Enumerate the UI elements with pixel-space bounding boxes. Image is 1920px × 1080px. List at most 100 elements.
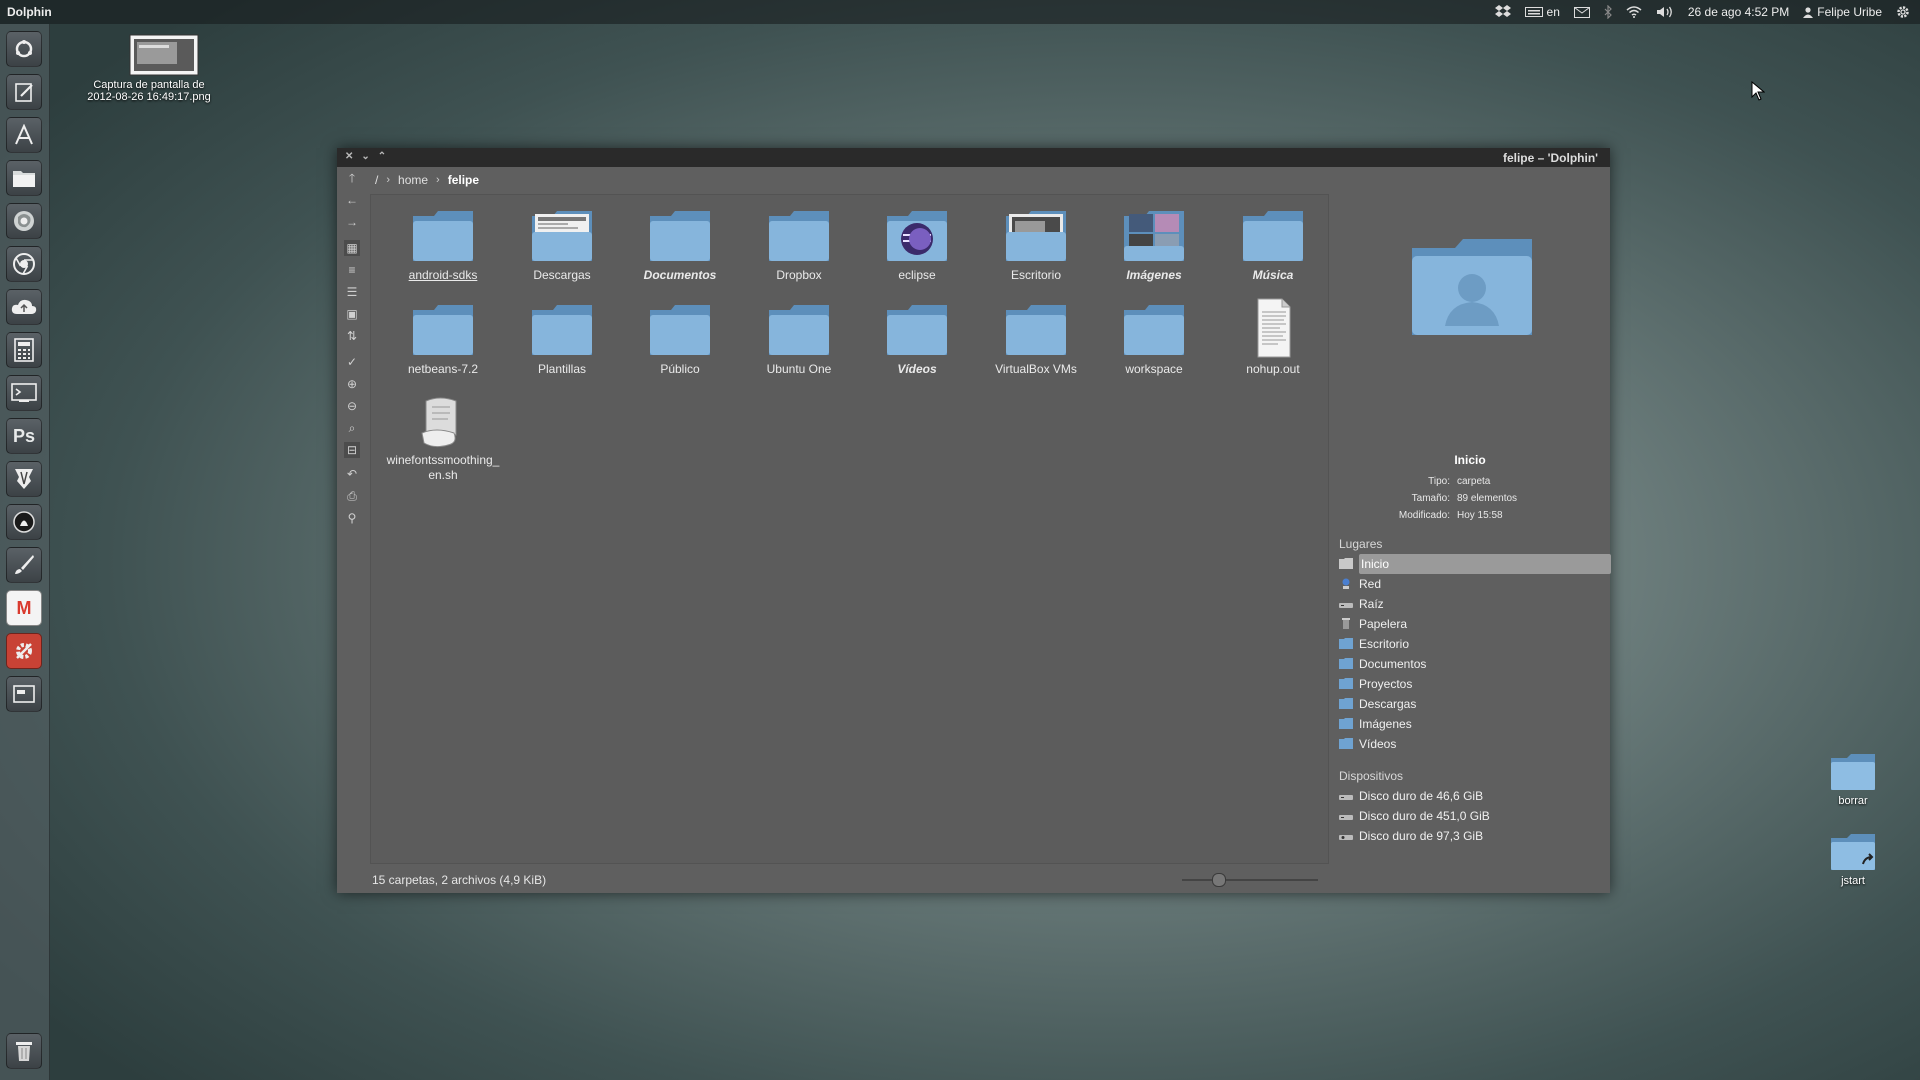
- volume-icon[interactable]: [1656, 6, 1674, 18]
- window-icon[interactable]: [6, 676, 42, 712]
- zoom-slider[interactable]: [1182, 873, 1318, 887]
- file-item-escritorio[interactable]: Escritorio: [981, 208, 1091, 283]
- file-item-nohup[interactable]: nohup.out: [1218, 298, 1328, 377]
- bluetooth-icon[interactable]: [1604, 5, 1612, 19]
- calculator-icon[interactable]: [6, 332, 42, 368]
- info-modified-label: Modificado:: [1398, 510, 1450, 521]
- file-name: Plantillas: [537, 362, 587, 376]
- gimp-icon[interactable]: [6, 504, 42, 540]
- file-item-publico[interactable]: Público: [625, 302, 735, 377]
- hard-disk-icon: [1339, 835, 1353, 840]
- place-proyectos[interactable]: Proyectos: [1335, 674, 1607, 694]
- status-text: 15 carpetas, 2 archivos (4,9 KiB): [372, 873, 547, 887]
- find-menu-icon[interactable]: ⚲: [344, 510, 360, 526]
- file-item-dropbox[interactable]: Dropbox: [744, 208, 854, 283]
- terminal-icon[interactable]: [6, 375, 42, 411]
- place-videos[interactable]: Vídeos: [1335, 734, 1607, 754]
- maximize-icon[interactable]: ⌃: [378, 151, 386, 162]
- place-label: Red: [1359, 577, 1382, 591]
- settings-icon[interactable]: [6, 633, 42, 669]
- brush-icon[interactable]: [6, 547, 42, 583]
- file-name: eclipse: [898, 268, 936, 282]
- chevron-right-icon: ›: [436, 174, 440, 186]
- firefox-icon[interactable]: [6, 203, 42, 239]
- file-item-workspace[interactable]: workspace: [1099, 302, 1209, 377]
- sort-icon[interactable]: ⇅: [344, 328, 360, 344]
- file-item-documentos[interactable]: Documentos: [625, 208, 735, 283]
- breadcrumb-current[interactable]: felipe: [448, 173, 479, 187]
- file-item-android-sdks[interactable]: android-sdks: [388, 208, 498, 283]
- place-imagenes[interactable]: Imágenes: [1335, 714, 1607, 734]
- dropbox-icon[interactable]: [1494, 5, 1511, 19]
- software-center-icon[interactable]: [6, 117, 42, 153]
- desktop-screenshot-file[interactable]: Captura de pantalla de 2012-08-26 16:49:…: [84, 34, 214, 103]
- session-gear-icon[interactable]: [1896, 5, 1910, 19]
- cloud-icon[interactable]: [6, 289, 42, 325]
- photoshop-label: Ps: [12, 425, 36, 446]
- dolphin-window: ✕ ⌄ ⌃ felipe – 'Dolphin' 🡑 ← → ▦ ≡ ☰ ▣ ⇅…: [337, 148, 1611, 893]
- place-descargas[interactable]: Descargas: [1335, 694, 1607, 714]
- forward-arrow-icon[interactable]: →: [344, 214, 360, 230]
- up-arrow-icon[interactable]: 🡑: [344, 171, 360, 187]
- place-red[interactable]: Red: [1335, 574, 1607, 594]
- place-documentos[interactable]: Documentos: [1335, 654, 1607, 674]
- keyboard-layout-label: en: [1546, 5, 1560, 19]
- clock[interactable]: 26 de ago 4:52 PM: [1688, 5, 1789, 19]
- device-disk-1[interactable]: Disco duro de 46,6 GiB: [1335, 786, 1607, 806]
- trash-icon[interactable]: [6, 1033, 42, 1069]
- split-view-icon[interactable]: ⊟: [344, 442, 360, 458]
- preview-icon[interactable]: ▣: [344, 306, 360, 322]
- checkmark-icon[interactable]: ✓: [344, 354, 360, 370]
- place-raiz[interactable]: Raíz: [1335, 594, 1607, 614]
- file-item-imagenes[interactable]: Imágenes: [1099, 208, 1209, 283]
- inkscape-icon[interactable]: [6, 461, 42, 497]
- place-papelera[interactable]: Papelera: [1335, 614, 1607, 634]
- zoom-in-icon[interactable]: ⊕: [344, 376, 360, 392]
- file-item-plantillas[interactable]: Plantillas: [507, 302, 617, 377]
- user-name: Felipe Uribe: [1817, 5, 1882, 19]
- print-icon[interactable]: ⎙: [344, 488, 360, 504]
- window-titlebar[interactable]: ✕ ⌄ ⌃ felipe – 'Dolphin': [337, 148, 1610, 167]
- place-inicio[interactable]: Inicio: [1335, 554, 1611, 574]
- files-icon[interactable]: [6, 160, 42, 196]
- info-size-value: 89 elementos: [1457, 493, 1518, 504]
- chromium-icon[interactable]: [6, 246, 42, 282]
- close-icon[interactable]: ✕: [345, 151, 353, 162]
- keyboard-indicator[interactable]: en: [1524, 5, 1560, 19]
- icons-view-icon[interactable]: ▦: [344, 240, 360, 256]
- user-menu[interactable]: Felipe Uribe: [1803, 5, 1882, 19]
- folder-icon: [1339, 658, 1353, 669]
- breadcrumb-root[interactable]: /: [375, 173, 378, 187]
- ubuntu-home-icon[interactable]: [6, 31, 42, 67]
- device-disk-3[interactable]: Disco duro de 97,3 GiB: [1335, 826, 1607, 846]
- gmail-icon[interactable]: M: [6, 590, 42, 626]
- desktop-folder-borrar[interactable]: borrar: [1825, 752, 1881, 807]
- mail-icon[interactable]: [1573, 6, 1590, 18]
- file-name-line1: winefontssmoothing_: [386, 453, 500, 467]
- file-item-descargas[interactable]: Descargas: [507, 208, 617, 283]
- minimize-icon[interactable]: ⌄: [361, 151, 369, 162]
- back-arrow-icon[interactable]: ←: [344, 192, 360, 208]
- file-item-ubuntu-one[interactable]: Ubuntu One: [744, 302, 854, 377]
- compact-view-icon[interactable]: ≡: [344, 262, 360, 278]
- file-item-videos[interactable]: Vídeos: [862, 302, 972, 377]
- device-disk-2[interactable]: Disco duro de 451,0 GiB: [1335, 806, 1607, 826]
- file-item-musica[interactable]: Música: [1218, 208, 1328, 283]
- file-item-netbeans[interactable]: netbeans-7.2: [388, 302, 498, 377]
- zoom-out-icon[interactable]: ⊖: [344, 398, 360, 414]
- place-escritorio[interactable]: Escritorio: [1335, 634, 1607, 654]
- desktop-folder-jstart[interactable]: jstart: [1825, 832, 1881, 887]
- zoom-slider-handle[interactable]: [1212, 873, 1226, 887]
- details-view-icon[interactable]: ☰: [344, 284, 360, 300]
- wifi-icon[interactable]: [1626, 6, 1642, 18]
- folder-icon: [1121, 302, 1187, 358]
- file-item-virtualbox-vms[interactable]: VirtualBox VMs: [981, 302, 1091, 377]
- files-view[interactable]: android-sdks Descargas Documentos Dropbo…: [370, 194, 1329, 864]
- undo-icon[interactable]: ↶: [344, 466, 360, 482]
- search-icon[interactable]: ⌕: [344, 420, 360, 436]
- photoshop-icon[interactable]: Ps: [6, 418, 42, 454]
- breadcrumb-home[interactable]: home: [398, 173, 428, 187]
- file-item-eclipse[interactable]: eclipse: [862, 208, 972, 283]
- file-item-winefontssmoothing[interactable]: winefontssmoothing_ en.sh: [378, 393, 508, 483]
- text-editor-icon[interactable]: [6, 74, 42, 110]
